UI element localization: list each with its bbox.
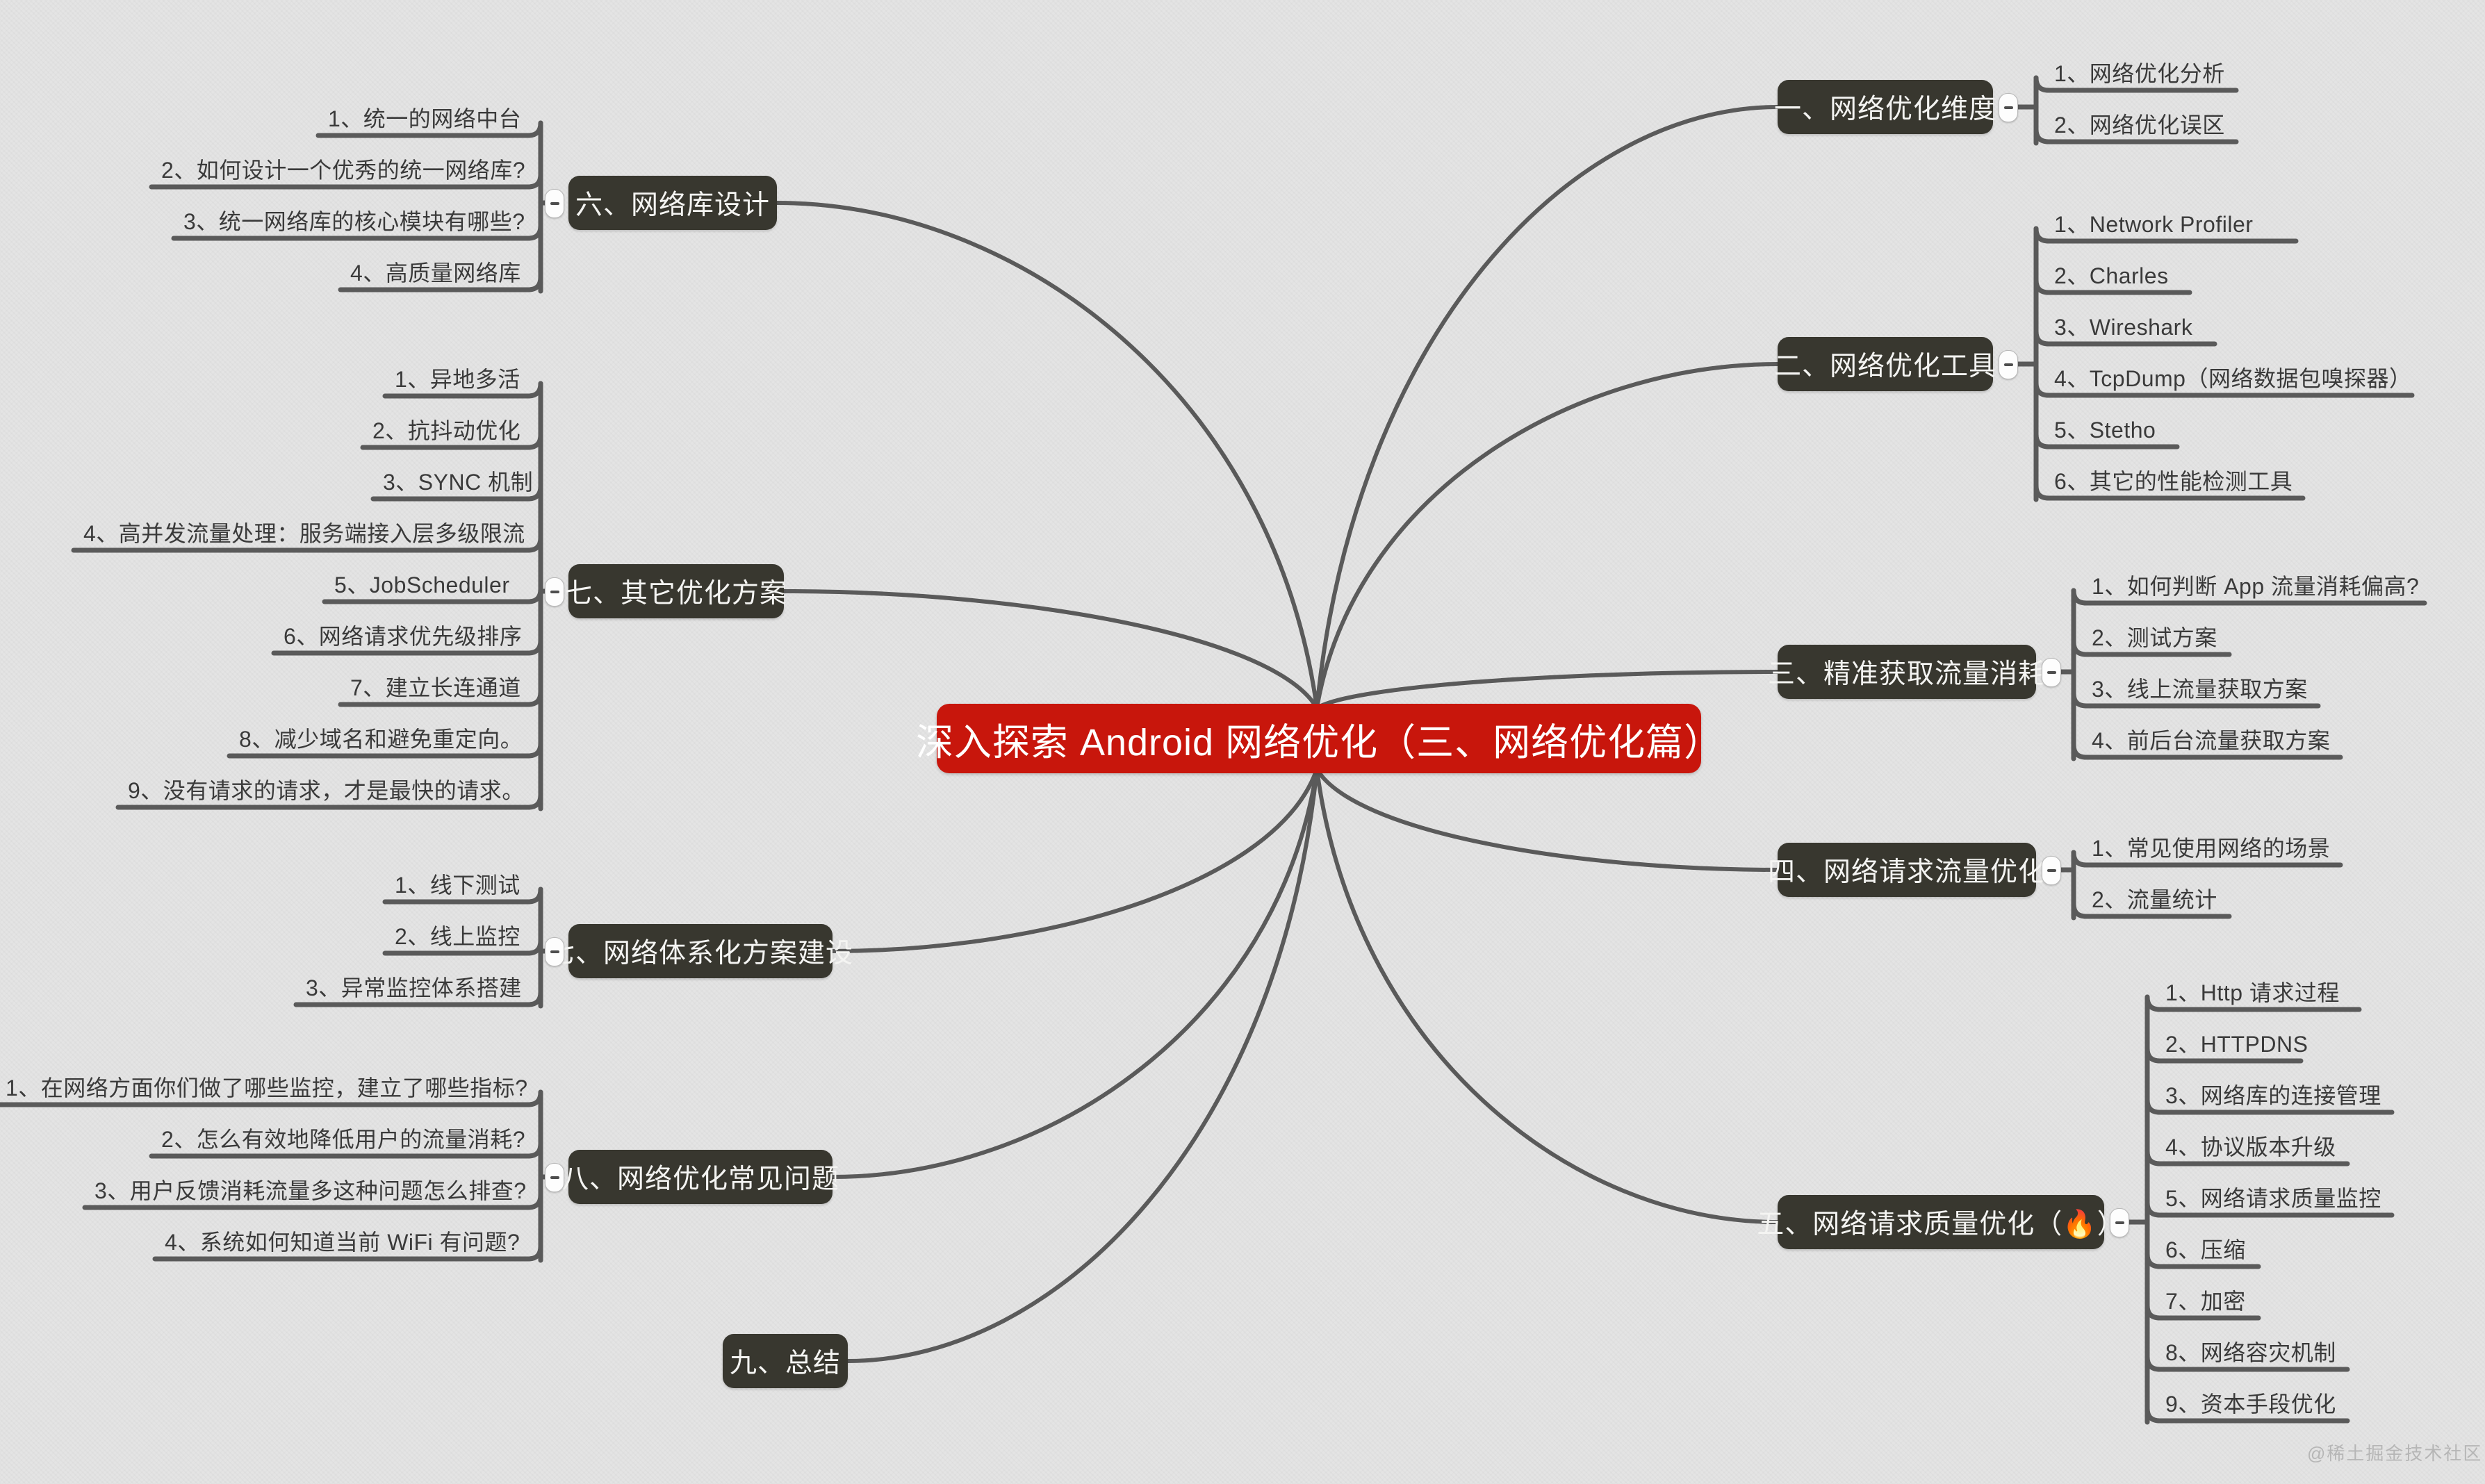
sub-item[interactable]: 5、Stetho: [2054, 419, 2156, 441]
sub-item[interactable]: 2、网络优化误区: [2054, 114, 2225, 136]
branch-node-b2[interactable]: 二、网络优化工具: [1774, 337, 1996, 391]
branch-node-b10[interactable]: 九、总结: [723, 1334, 848, 1388]
collapse-toggle-b7[interactable]: [545, 577, 564, 607]
branch-node-label: 二、网络优化工具: [1774, 352, 1997, 381]
sub-item[interactable]: 4、TcpDump（网络数据包嗅探器）: [2054, 368, 2411, 390]
sub-item[interactable]: 5、JobScheduler: [334, 574, 510, 596]
branch-node-label: 七、其它优化方案: [565, 579, 788, 609]
branch-node-b3[interactable]: 三、精准获取流量消耗: [1768, 645, 2045, 699]
collapse-toggle-b2[interactable]: [1999, 350, 2018, 379]
sub-item[interactable]: 4、系统如何知道当前 WiFi 有问题?: [165, 1231, 520, 1253]
collapse-toggle-b8[interactable]: [545, 937, 564, 966]
branch-node-b8[interactable]: 七、网络体系化方案建设: [548, 924, 853, 978]
collapse-toggle-b3[interactable]: [2042, 658, 2061, 687]
branch-node-b4[interactable]: 四、网络请求流量优化: [1768, 843, 2045, 897]
minus-icon: [2047, 671, 2056, 674]
sub-item[interactable]: 2、流量统计: [2092, 889, 2217, 911]
sub-item[interactable]: 9、资本手段优化: [2165, 1393, 2336, 1415]
sub-item[interactable]: 7、建立长连通道: [350, 677, 521, 699]
sub-item[interactable]: 2、Charles: [2054, 265, 2169, 287]
sub-item[interactable]: 2、线上监控: [395, 925, 520, 948]
branch-node-label: 三、精准获取流量消耗: [1768, 659, 2047, 689]
sub-item[interactable]: 2、测试方案: [2092, 627, 2217, 649]
minus-icon: [550, 1176, 559, 1179]
sub-item[interactable]: 4、协议版本升级: [2165, 1136, 2336, 1158]
branch-node-label: 四、网络请求流量优化: [1768, 857, 2047, 887]
branch-node-label: 六、网络库设计: [575, 190, 771, 220]
collapse-toggle-b4[interactable]: [2042, 856, 2061, 885]
watermark: @稀土掘金技术社区: [2307, 1443, 2483, 1464]
sub-item[interactable]: 1、常见使用网络的场景: [2092, 837, 2330, 859]
minus-icon: [550, 591, 559, 593]
sub-item[interactable]: 1、线下测试: [395, 874, 520, 896]
sub-item[interactable]: 6、网络请求优先级排序: [284, 625, 522, 648]
minus-icon: [2115, 1221, 2124, 1224]
sub-item[interactable]: 3、SYNC 机制: [383, 471, 533, 493]
branch-node-label: 八、网络优化常见问题: [561, 1164, 840, 1194]
sub-item[interactable]: 2、怎么有效地降低用户的流量消耗?: [161, 1128, 525, 1151]
sub-item[interactable]: 6、压缩: [2165, 1239, 2246, 1261]
sub-item[interactable]: 6、其它的性能检测工具: [2054, 470, 2293, 493]
sub-item[interactable]: 1、Network Profiler: [2054, 213, 2253, 236]
sub-item[interactable]: 1、异地多活: [395, 368, 520, 390]
sub-item[interactable]: 7、加密: [2165, 1290, 2246, 1312]
sub-item[interactable]: 1、在网络方面你们做了哪些监控，建立了哪些指标?: [6, 1077, 528, 1099]
minus-icon: [2003, 363, 2013, 366]
branch-node-b1[interactable]: 一、网络优化维度: [1774, 80, 1996, 134]
branch-node-b7[interactable]: 七、其它优化方案: [565, 564, 788, 618]
minus-icon: [2003, 106, 2013, 109]
sub-item[interactable]: 8、减少域名和避免重定向。: [239, 728, 523, 750]
branch-node-label: 七、网络体系化方案建设: [548, 939, 854, 968]
minus-icon: [550, 202, 559, 205]
branch-node-b6[interactable]: 六、网络库设计: [568, 176, 777, 230]
collapse-toggle-b5[interactable]: [2110, 1208, 2129, 1237]
branch-node-label: 一、网络优化维度: [1774, 94, 1997, 124]
branch-node-b5[interactable]: 五、网络请求质量优化（🔥）: [1757, 1195, 2124, 1249]
collapse-toggle-b1[interactable]: [1999, 93, 2018, 122]
sub-item[interactable]: 3、异常监控体系搭建: [306, 977, 522, 999]
branch-node-label: 五、网络请求质量优化（🔥）: [1757, 1210, 2125, 1239]
minus-icon: [2047, 869, 2056, 872]
sub-item[interactable]: 1、如何判断 App 流量消耗偏高?: [2092, 575, 2419, 597]
sub-item[interactable]: 4、前后台流量获取方案: [2092, 729, 2330, 752]
sub-item[interactable]: 8、网络容灾机制: [2165, 1342, 2336, 1364]
branch-node-label: 九、总结: [730, 1349, 842, 1378]
sub-item[interactable]: 3、网络库的连接管理: [2165, 1085, 2381, 1107]
root-node-label: 深入探索 Android 网络优化（三、网络优化篇）: [915, 721, 1723, 764]
sub-item[interactable]: 4、高质量网络库: [350, 262, 521, 284]
sub-item[interactable]: 3、统一网络库的核心模块有哪些?: [183, 211, 525, 233]
sub-item[interactable]: 3、用户反馈消耗流量多这种问题怎么排查?: [95, 1180, 527, 1202]
minus-icon: [550, 950, 559, 953]
sub-item[interactable]: 4、高并发流量处理：服务端接入层多级限流: [83, 522, 525, 545]
collapse-toggle-b6[interactable]: [545, 189, 564, 218]
sub-item[interactable]: 1、Http 请求过程: [2165, 982, 2340, 1004]
collapse-toggle-b9[interactable]: [545, 1163, 564, 1192]
sub-item[interactable]: 5、网络请求质量监控: [2165, 1187, 2381, 1210]
sub-item[interactable]: 1、网络优化分析: [2054, 63, 2225, 85]
sub-item[interactable]: 2、HTTPDNS: [2165, 1033, 2308, 1055]
sub-item[interactable]: 2、抗抖动优化: [372, 420, 520, 442]
root-node[interactable]: 深入探索 Android 网络优化（三、网络优化篇）: [916, 704, 1721, 773]
sub-item[interactable]: 3、Wireshark: [2054, 316, 2192, 338]
sub-item[interactable]: 2、如何设计一个优秀的统一网络库?: [161, 159, 525, 181]
sub-item[interactable]: 9、没有请求的请求，才是最快的请求。: [128, 780, 525, 802]
branch-node-b9[interactable]: 八、网络优化常见问题: [561, 1150, 839, 1204]
sub-item[interactable]: 3、线上流量获取方案: [2092, 678, 2308, 700]
sub-item[interactable]: 1、统一的网络中台: [328, 108, 521, 130]
